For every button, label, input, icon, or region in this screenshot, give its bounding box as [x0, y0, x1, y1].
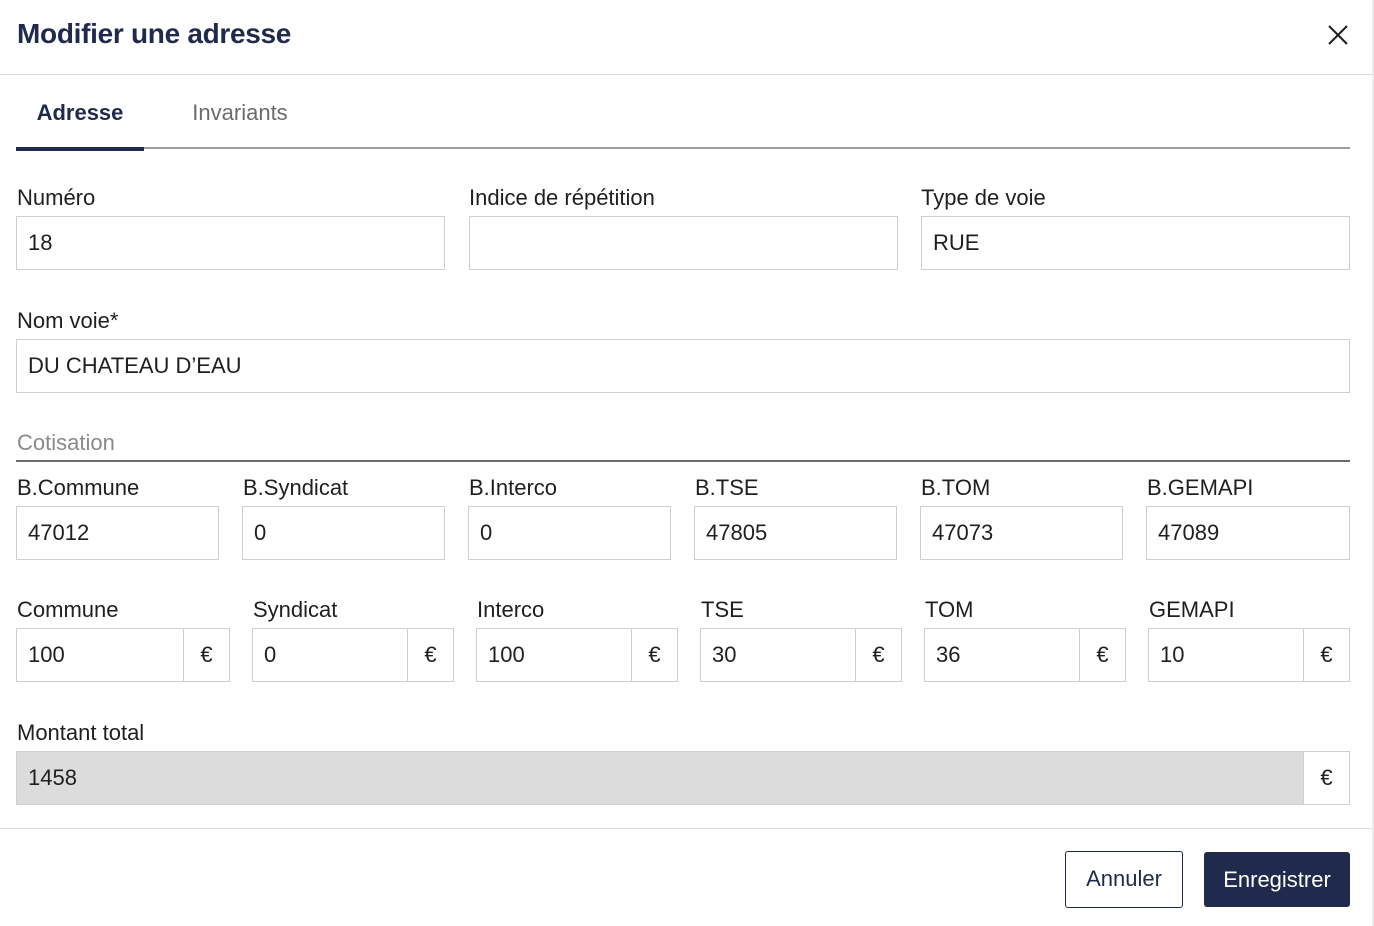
base-interco-label: B.Interco	[469, 475, 558, 500]
close-button[interactable]	[1322, 19, 1354, 51]
amount-interco-input[interactable]: 100	[477, 629, 631, 681]
nom-voie-input[interactable]: DU CHATEAU D’EAU	[16, 339, 1350, 393]
amount-tom-input[interactable]: 36	[925, 629, 1079, 681]
amount-tom-field: 36 €	[924, 628, 1126, 682]
amount-tom-label: TOM	[925, 597, 974, 622]
euro-suffix: €	[855, 629, 901, 681]
euro-suffix: €	[407, 629, 453, 681]
total-label: Montant total	[17, 720, 145, 745]
base-tse-input[interactable]: 47805	[694, 506, 897, 560]
amount-interco-field: 100 €	[476, 628, 678, 682]
dialog-title: Modifier une adresse	[17, 18, 292, 49]
edit-address-dialog: Modifier une adresse Adresse Invariants …	[0, 0, 1374, 926]
amount-tse-field: 30 €	[700, 628, 902, 682]
amount-commune-label: Commune	[17, 597, 119, 622]
euro-suffix: €	[183, 629, 229, 681]
amount-tse-input[interactable]: 30	[701, 629, 855, 681]
amount-commune-input[interactable]: 100	[17, 629, 183, 681]
euro-suffix: €	[631, 629, 677, 681]
base-tse-label: B.TSE	[695, 475, 759, 500]
total-field: 1458 €	[16, 751, 1350, 805]
amount-syndicat-input[interactable]: 0	[253, 629, 407, 681]
base-gemapi-label: B.GEMAPI	[1147, 475, 1254, 500]
base-syndicat-input[interactable]: 0	[242, 506, 445, 560]
type-voie-input[interactable]: RUE	[921, 216, 1350, 270]
base-tom-input[interactable]: 47073	[920, 506, 1123, 560]
section-divider	[16, 460, 1350, 462]
amount-gemapi-label: GEMAPI	[1149, 597, 1235, 622]
dialog-header: Modifier une adresse	[0, 0, 1374, 75]
numero-label: Numéro	[17, 185, 96, 210]
tab-invariants[interactable]: Invariants	[168, 76, 312, 149]
indice-input[interactable]	[469, 216, 898, 270]
amount-tse-label: TSE	[701, 597, 744, 622]
close-icon	[1328, 25, 1348, 45]
amount-gemapi-field: 10 €	[1148, 628, 1350, 682]
base-interco-input[interactable]: 0	[468, 506, 671, 560]
base-commune-label: B.Commune	[17, 475, 140, 500]
indice-label: Indice de répétition	[469, 185, 655, 210]
cotisation-section-title: Cotisation	[17, 430, 115, 455]
euro-suffix: €	[1303, 629, 1349, 681]
amount-syndicat-label: Syndicat	[253, 597, 338, 622]
base-commune-input[interactable]: 47012	[16, 506, 219, 560]
tab-bar: Adresse Invariants	[16, 76, 1350, 151]
numero-input[interactable]: 18	[16, 216, 445, 270]
euro-suffix: €	[1079, 629, 1125, 681]
amount-gemapi-input[interactable]: 10	[1149, 629, 1303, 681]
cancel-button[interactable]: Annuler	[1065, 851, 1183, 908]
base-syndicat-label: B.Syndicat	[243, 475, 349, 500]
amount-commune-field: 100 €	[16, 628, 230, 682]
type-voie-label: Type de voie	[921, 185, 1046, 210]
base-gemapi-input[interactable]: 47089	[1146, 506, 1350, 560]
tab-adresse[interactable]: Adresse	[16, 76, 144, 151]
footer-divider	[0, 828, 1374, 829]
euro-suffix: €	[1303, 752, 1349, 804]
amount-syndicat-field: 0 €	[252, 628, 454, 682]
save-button[interactable]: Enregistrer	[1204, 852, 1350, 907]
total-value: 1458	[17, 752, 1303, 804]
nom-voie-label: Nom voie*	[17, 308, 119, 333]
amount-interco-label: Interco	[477, 597, 545, 622]
base-tom-label: B.TOM	[921, 475, 991, 500]
